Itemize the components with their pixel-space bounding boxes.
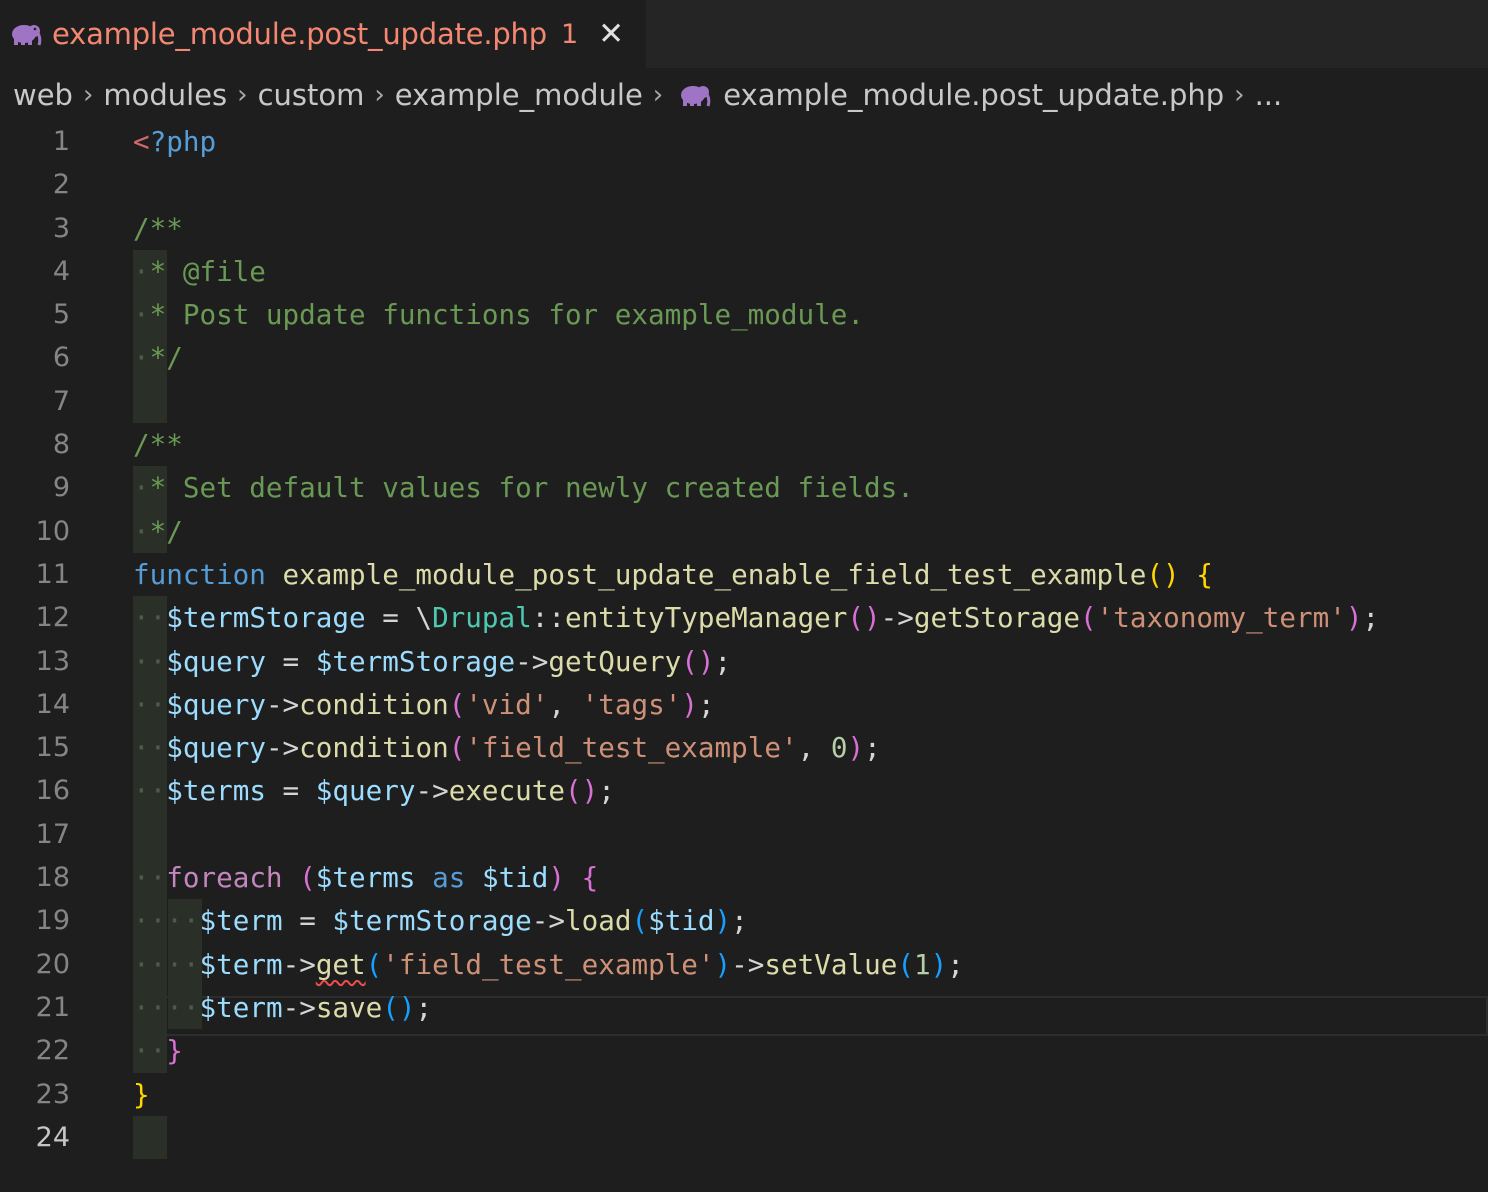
code-text: ·*/: [133, 341, 183, 375]
line-number: 12: [35, 602, 70, 634]
line-number: 3: [52, 212, 70, 244]
code-line[interactable]: 10 ·*/: [0, 509, 1488, 553]
code-editor[interactable]: 1 <?php 2 3/** 4 ·* @file 5 ·* Post update func…: [0, 120, 1488, 1160]
breadcrumb-item-modules[interactable]: modules: [103, 78, 227, 112]
code-text: ··$termStorage = \Drupal::entityTypeMana…: [133, 601, 1380, 635]
line-number: 8: [52, 429, 70, 461]
line-number: 15: [35, 732, 70, 764]
indent-guide: [133, 812, 167, 857]
code-line[interactable]: 11 function example_module_post_update_en…: [0, 553, 1488, 596]
line-number: 19: [35, 905, 70, 937]
line-number: 16: [35, 775, 70, 807]
chevron-right-icon: ›: [82, 80, 94, 110]
code-line[interactable]: 22 ··}: [0, 1029, 1488, 1073]
line-number: 6: [52, 342, 70, 374]
problem-count-badge: 1: [560, 18, 579, 50]
code-text: ··$terms = $query->execute();: [133, 774, 615, 808]
code-text: /**: [133, 428, 183, 462]
breadcrumb-item-web[interactable]: web: [13, 78, 73, 112]
line-number: 2: [52, 169, 70, 201]
line-number: 9: [52, 472, 70, 504]
code-line[interactable]: 14 ··$query->condition('vid', 'tags');: [0, 682, 1488, 727]
code-line[interactable]: 15 ··$query->condition('field_test_exampl…: [0, 726, 1488, 770]
code-text: ·* @file: [133, 254, 266, 288]
code-line[interactable]: 2: [0, 163, 1488, 206]
php-elephant-icon: [681, 86, 711, 107]
indent-guide: [133, 379, 167, 424]
code-line[interactable]: 13 ··$query = $termStorage->getQuery();: [0, 639, 1488, 683]
code-text: /**: [133, 211, 183, 245]
code-text: ·* Post update functions for example_mod…: [133, 298, 864, 332]
line-number: 24: [35, 1121, 70, 1153]
code-line[interactable]: 12 ··$termStorage = \Drupal::entityTypeMa…: [0, 596, 1488, 640]
code-line[interactable]: 19 ····$term = $termStorage->load($tid);: [0, 899, 1488, 943]
code-text: ··$query->condition('field_test_example'…: [133, 731, 881, 765]
breadcrumb-item-symbols[interactable]: ...: [1255, 78, 1283, 112]
line-number: 20: [35, 948, 70, 980]
breadcrumb-item-file[interactable]: example_module.post_update.php: [723, 78, 1224, 112]
code-line[interactable]: 6 ·*/: [0, 336, 1488, 380]
code-line[interactable]: 23}: [0, 1073, 1488, 1116]
code-text: ··}: [133, 1034, 183, 1068]
code-text: ····$term->get('field_test_example')->se…: [133, 947, 964, 981]
chevron-right-icon: ›: [374, 80, 385, 110]
code-text: ····$term->save();: [133, 990, 433, 1024]
code-line[interactable]: 17: [0, 812, 1488, 857]
code-line[interactable]: 8 /**: [0, 423, 1488, 466]
code-line[interactable]: 4 ·* @file: [0, 249, 1488, 294]
code-text: ·*/: [133, 514, 183, 548]
code-text: ··$query = $termStorage->getQuery();: [133, 644, 732, 678]
code-line[interactable]: 7: [0, 379, 1488, 424]
code-line[interactable]: 24: [0, 1115, 1488, 1160]
code-text: function example_module_post_update_enab…: [133, 557, 1213, 591]
code-line[interactable]: 18 ··foreach ($terms as $tid) {: [0, 856, 1488, 900]
line-number: 22: [35, 1035, 70, 1067]
line-number: 4: [52, 255, 70, 287]
chevron-right-icon: ›: [1234, 80, 1245, 110]
line-number: 17: [35, 818, 70, 850]
php-elephant-icon: [12, 25, 42, 46]
breadcrumb: web › modules › custom › example_module …: [13, 74, 1282, 116]
line-number: 13: [35, 645, 70, 677]
line-number: 7: [52, 385, 70, 417]
code-text: ·* Set default values for newly created …: [133, 471, 914, 505]
code-line[interactable]: 5 ·* Post update functions for example_mo…: [0, 293, 1488, 337]
breadcrumb-item-custom[interactable]: custom: [258, 78, 365, 112]
code-line[interactable]: 3 /**: [0, 207, 1488, 250]
code-line[interactable]: 1 <?php: [0, 120, 1488, 163]
indent-guide: [133, 1115, 167, 1160]
code-line[interactable]: 20 ····$term->get('field_test_example')->…: [0, 942, 1488, 986]
code-line[interactable]: 9 ·* Set default values for newly created…: [0, 466, 1488, 510]
tab-title: example_module.post_update.php: [52, 17, 547, 51]
breadcrumb-item-example-module[interactable]: example_module: [395, 78, 643, 112]
line-number: 10: [35, 515, 70, 547]
editor-tab[interactable]: example_module.post_update.php 1 ✕: [0, 0, 646, 68]
chevron-right-icon: ›: [652, 80, 664, 110]
code-text: }: [133, 1077, 150, 1111]
close-icon[interactable]: ✕: [598, 18, 624, 50]
line-number: 1: [52, 126, 70, 157]
code-line[interactable]: 16 ··$terms = $query->execute();: [0, 769, 1488, 813]
tab-bar: example_module.post_update.php 1 ✕: [0, 0, 1488, 68]
line-number: 11: [35, 558, 70, 590]
chevron-right-icon: ›: [237, 80, 248, 110]
line-number: 23: [35, 1078, 70, 1110]
code-text: ··foreach ($terms as $tid) {: [133, 861, 599, 895]
code-text: ··$query->condition('vid', 'tags');: [133, 687, 715, 721]
code-text: ····$term = $termStorage->load($tid);: [133, 904, 748, 938]
line-number: 5: [52, 299, 70, 331]
line-number: 21: [35, 991, 70, 1023]
code-line[interactable]: 21 ····$term->save();: [0, 985, 1488, 1030]
line-number: 14: [35, 688, 70, 720]
code-text: <?php: [133, 125, 217, 158]
line-number: 18: [35, 862, 70, 894]
